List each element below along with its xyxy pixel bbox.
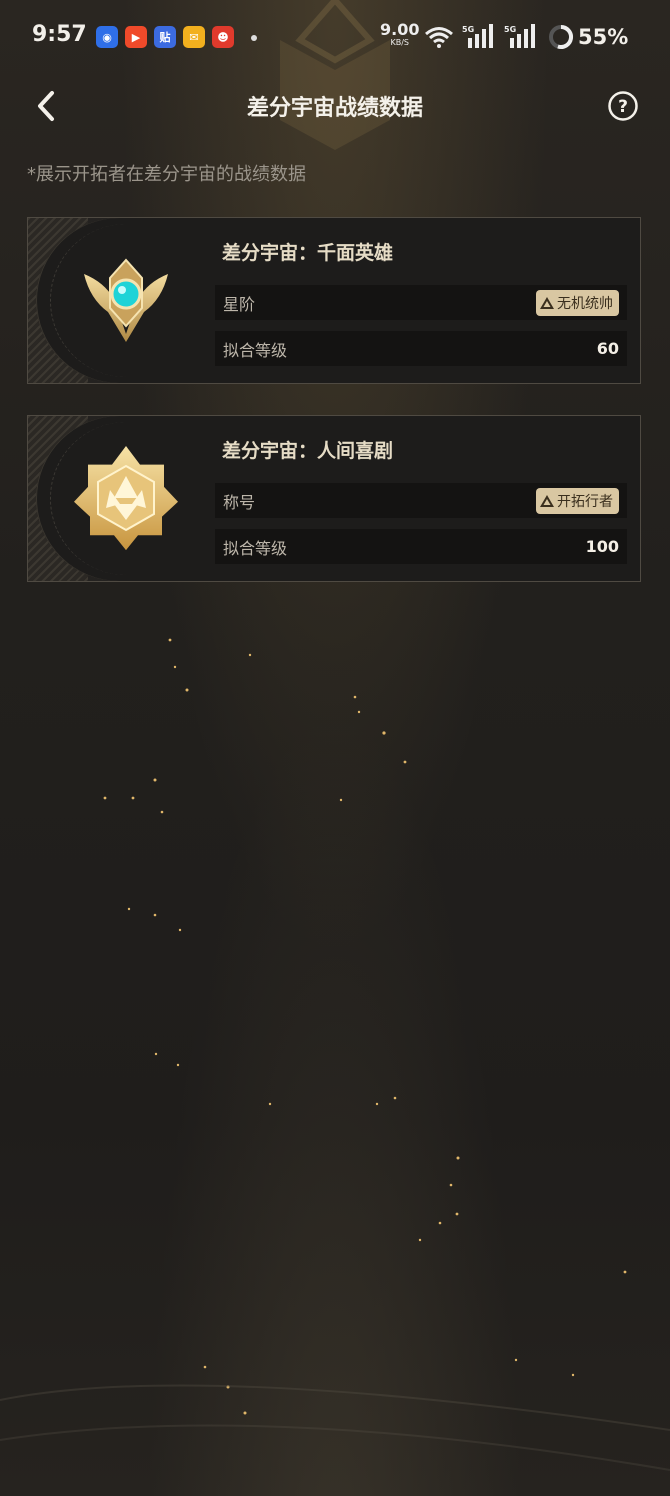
fit-level-value: 60: [596, 339, 619, 358]
notification-more-dot: [251, 35, 257, 41]
game-app-icon: ☻: [212, 26, 234, 48]
row-label: 拟合等级: [223, 340, 288, 360]
card-title: 差分宇宙：人间喜剧: [222, 440, 394, 462]
network-speed: 9.00 KB/S: [380, 20, 420, 47]
status-time: 9:57: [32, 22, 87, 47]
rank-badge[interactable]: 无机统帅: [536, 289, 619, 316]
signal-5g-icon: 5G: [462, 24, 493, 48]
tieba-icon: 贴: [154, 26, 176, 48]
star-rank-emblem-icon: [84, 258, 168, 342]
record-card-1[interactable]: 差分宇宙：千面英雄 星阶 无机统帅 拟合等级 60: [27, 217, 641, 384]
status-bar: 9:57 ◉ ▶ 贴 ✉ ☻ 9.00 KB/S 5G 5G 55%: [0, 0, 670, 78]
record-card-2[interactable]: 差分宇宙：人间喜剧 称号 开拓行者 拟合等级 100: [27, 415, 641, 582]
system-icons: 5G 5G: [424, 24, 538, 48]
title-badge[interactable]: 开拓行者: [536, 487, 619, 514]
title-row: 称号 开拓行者: [215, 483, 627, 518]
row-label: 称号: [223, 492, 256, 512]
wifi-icon: [425, 27, 453, 48]
question-mark-icon: ?: [608, 91, 638, 121]
svg-text:5G: 5G: [462, 25, 474, 34]
fit-level-row: 拟合等级 60: [215, 331, 627, 366]
baidu-map-icon: ◉: [96, 26, 118, 48]
battery-indicator: 55%: [548, 24, 628, 50]
trailblaze-logo-icon: [540, 494, 554, 507]
star-rank-row: 星阶 无机统帅: [215, 285, 627, 320]
trailblaze-logo-icon: [540, 296, 554, 309]
fit-level-row: 拟合等级 100: [215, 529, 627, 564]
mail-icon: ✉: [183, 26, 205, 48]
row-label: 星阶: [223, 294, 256, 314]
svg-text:?: ?: [618, 97, 628, 117]
help-button[interactable]: ?: [607, 90, 639, 122]
fit-level-value: 100: [585, 537, 619, 556]
page-subtitle: *展示开拓者在差分宇宙的战绩数据: [27, 164, 306, 185]
video-app-icon: ▶: [125, 26, 147, 48]
row-label: 拟合等级: [223, 538, 288, 558]
card-title: 差分宇宙：千面英雄: [222, 242, 394, 264]
signal-5g-icon-2: 5G: [504, 24, 535, 48]
svg-text:5G: 5G: [504, 25, 516, 34]
title-emblem-icon: [74, 446, 178, 550]
page-title: 差分宇宙战绩数据: [246, 96, 423, 121]
battery-ring-icon: [549, 24, 573, 49]
notification-app-icons: ◉ ▶ 贴 ✉ ☻: [96, 26, 234, 48]
